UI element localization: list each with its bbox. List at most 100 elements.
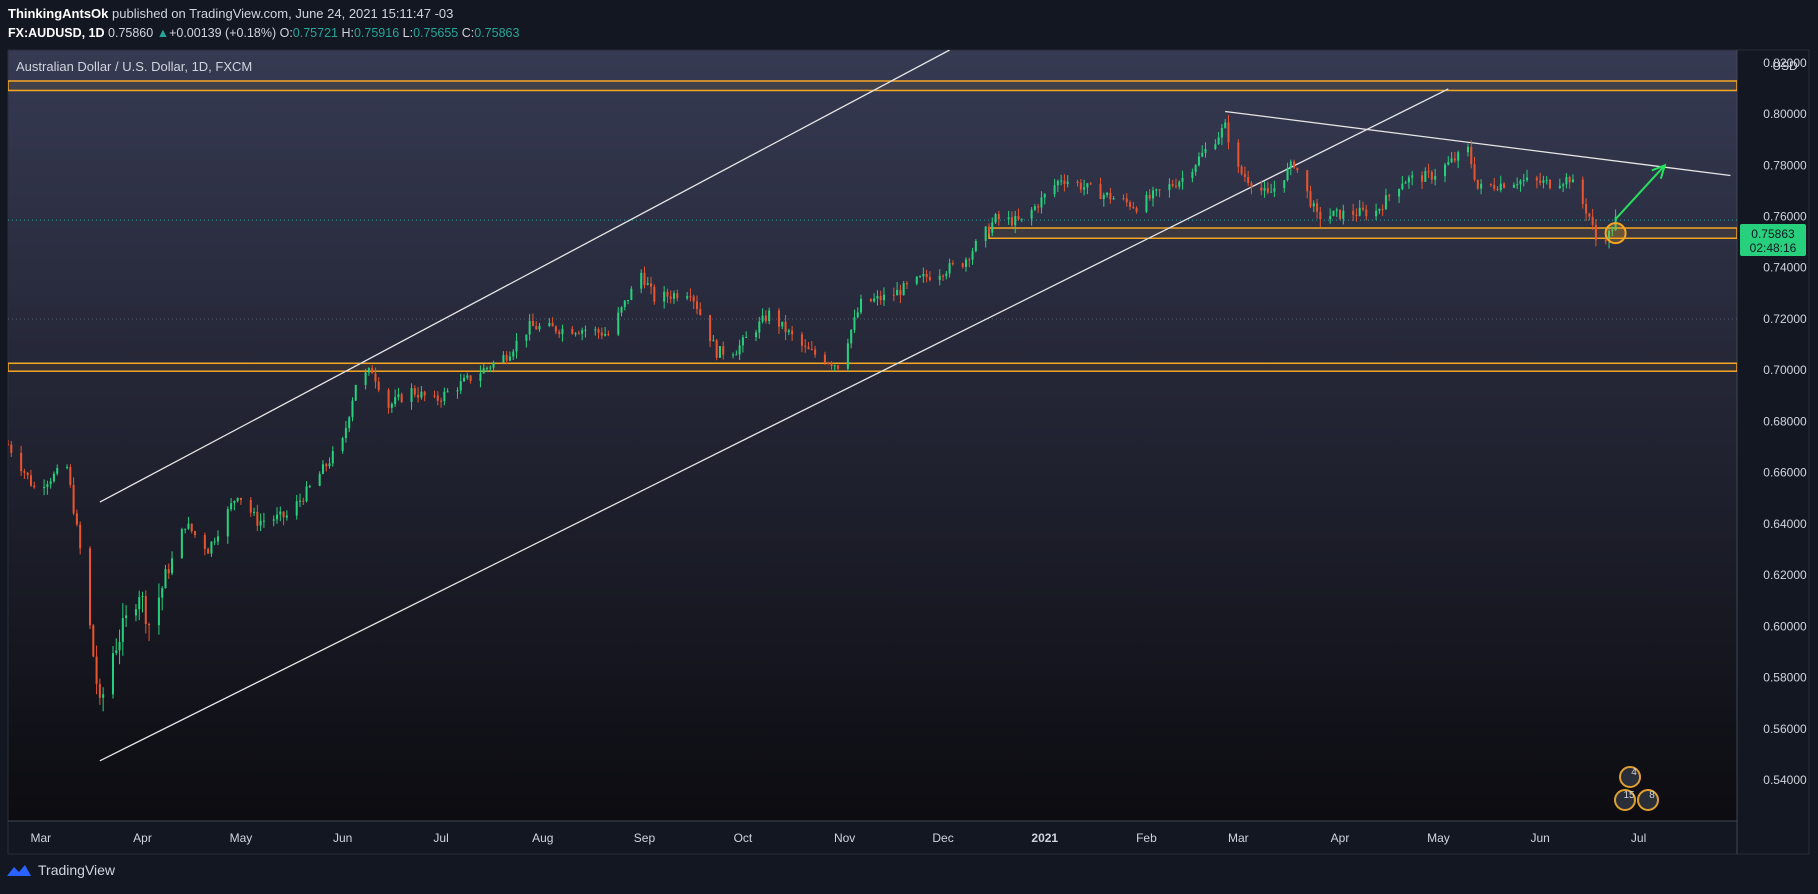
candle-down [302,500,305,502]
last-price-tag-label: 0.75863 [1751,227,1795,241]
candle-down [1293,161,1296,168]
candle-down [8,444,10,446]
candle-up [1312,203,1315,207]
candle-down [1381,209,1384,211]
candle-up [121,618,124,642]
candle-down [400,394,403,403]
candle-down [951,263,954,265]
event-badge-count: 4 [1631,767,1637,778]
candle-down [1017,216,1020,220]
candle-up [1512,184,1515,188]
candle-up [328,463,331,467]
candle-down [1585,203,1588,214]
event-badge-count: 8 [1649,790,1655,801]
candle-down [823,354,826,363]
candle-up [528,320,531,335]
candle-down [1339,209,1342,219]
highlight-circle[interactable] [1604,222,1627,245]
candle-up [627,299,630,301]
candle-up [896,289,899,296]
candle-down [1427,171,1430,173]
candle-up [1197,156,1200,166]
candle-up [594,329,597,331]
x-tick-label: May [230,831,253,845]
candle-down [997,214,1000,220]
x-tick-label: 2021 [1031,831,1058,845]
candle-up [1102,194,1105,200]
candle-up [548,323,551,326]
candle-down [1453,158,1456,161]
candle-up [420,391,423,398]
candle-down [1171,184,1174,186]
candle-down [1079,183,1082,190]
candle-down [1122,198,1125,200]
currency-label: USD [1772,59,1798,73]
x-tick-label: Jul [433,831,448,845]
candle-down [577,333,580,335]
candle-down [98,683,101,698]
candle-up [856,312,859,318]
support-zone-070[interactable] [8,362,1737,372]
candle-down [1125,198,1128,203]
candle-down [95,656,98,684]
candle-up [308,485,311,487]
candle-up [1106,192,1109,195]
chart-canvas[interactable]: 0.820000.800000.780000.760000.740000.720… [0,0,1818,860]
candle-down [827,362,830,364]
candle-up [1053,185,1056,195]
candle-up [1033,206,1036,210]
candle-up [410,388,413,403]
candle-down [1352,210,1355,215]
candle-up [1404,182,1407,184]
candle-down [689,296,692,298]
candle-up [919,276,922,278]
candle-down [256,511,259,526]
candle-down [1319,211,1322,220]
tradingview-logo-icon[interactable] [6,862,32,878]
candle-down [928,277,931,281]
candle-up [604,334,607,336]
candle-up [1329,216,1332,220]
candle-down [1063,180,1066,184]
x-tick-label: Jun [1530,831,1549,845]
candle-up [873,298,876,302]
candle-down [1250,183,1253,188]
candle-up [1066,181,1069,184]
candle-up [964,259,968,267]
candle-up [171,558,174,574]
candle-up [1375,210,1378,217]
footer-brand[interactable]: TradingView [38,862,115,878]
candle-up [1565,177,1568,185]
candle-up [111,653,115,695]
candle-down [554,326,557,332]
candle-down [1240,166,1243,174]
candle-up [489,367,492,369]
footer: TradingView [6,862,115,878]
event-flag-icon[interactable] [1619,766,1641,788]
candle-up [574,333,577,335]
candle-up [882,294,885,301]
event-flag-icon[interactable] [1637,789,1659,811]
candle-up [213,541,216,543]
candle-down [433,395,436,397]
candle-down [699,309,702,316]
candle-down [387,389,390,408]
resistance-zone-top[interactable] [8,80,1737,92]
price-axis[interactable]: 0.820000.800000.780000.760000.740000.720… [1763,56,1807,787]
candle-up [538,325,541,330]
candle-down [1243,173,1246,177]
candle-up [459,381,462,391]
y-tick-label: 0.66000 [1763,466,1807,480]
candle-up [630,288,633,300]
candle-up [348,417,351,429]
candle-up [860,298,863,313]
candle-down [666,291,669,297]
candle-down [144,596,147,625]
candle-up [397,394,400,398]
candle-down [282,511,285,518]
candle-down [925,273,928,278]
candle-up [298,500,302,502]
candle-down [190,523,193,532]
x-tick-label: May [1427,831,1450,845]
candle-down [148,624,151,626]
